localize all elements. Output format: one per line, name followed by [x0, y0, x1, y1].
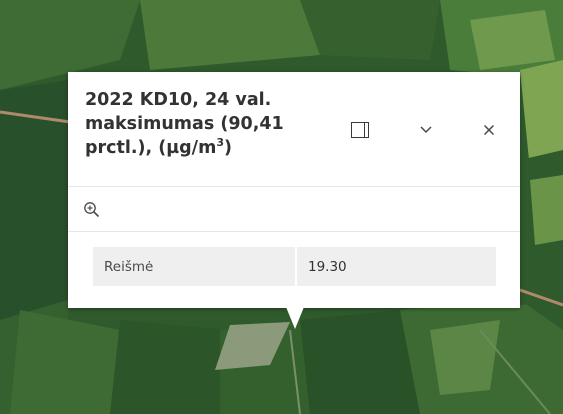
popup-actions-bar: [68, 187, 520, 232]
attribute-field-name: Reišmė: [93, 247, 295, 286]
table-row: Reišmė 19.30: [93, 247, 496, 286]
popup-title: 2022 KD10, 24 val. maksimumas (90,41 prc…: [85, 88, 335, 160]
dock-button[interactable]: [348, 118, 372, 142]
close-icon: [483, 124, 495, 136]
chevron-down-icon: [420, 126, 432, 134]
zoom-to-button[interactable]: [81, 199, 103, 221]
dock-panel-icon: [351, 122, 369, 138]
attribute-table: Reišmė 19.30: [93, 247, 496, 286]
collapse-button[interactable]: [414, 118, 438, 142]
attribute-field-value: 19.30: [295, 247, 496, 286]
feature-popup: 2022 KD10, 24 val. maksimumas (90,41 prc…: [68, 72, 520, 308]
zoom-in-icon: [84, 202, 100, 218]
popup-title-main: 2022 KD10, 24 val. maksimumas (90,41 prc…: [85, 90, 284, 158]
popup-title-suffix: ): [223, 138, 232, 158]
close-button[interactable]: [477, 118, 501, 142]
popup-pointer: [286, 307, 304, 329]
map-view[interactable]: 2022 KD10, 24 val. maksimumas (90,41 prc…: [0, 0, 563, 414]
popup-header: 2022 KD10, 24 val. maksimumas (90,41 prc…: [68, 72, 520, 187]
popup-title-superscript: 3: [216, 136, 224, 150]
